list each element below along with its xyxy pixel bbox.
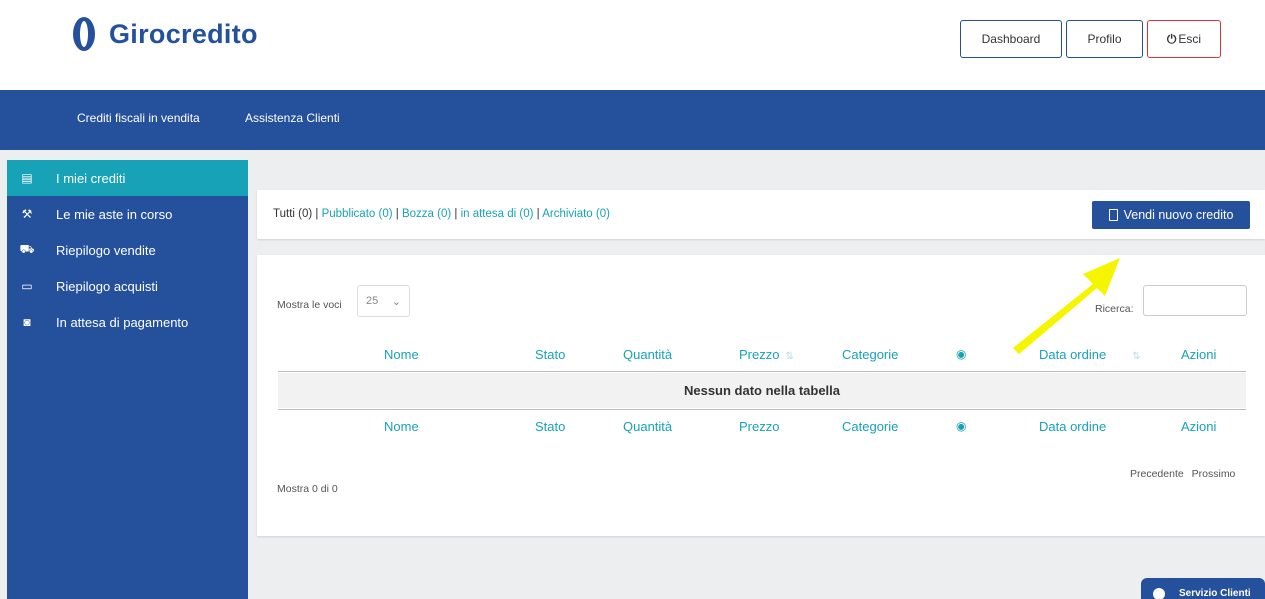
column-footer-categorie: Categorie: [842, 419, 899, 434]
nav-item-assistenza-clienti[interactable]: Assistenza Clienti: [245, 111, 340, 125]
document-icon: [1108, 209, 1118, 221]
column-footer-nome: Nome: [384, 419, 419, 434]
sidebar-item-aste-in-corso[interactable]: ⚒ Le mie aste in corso: [7, 196, 248, 232]
credit-card-icon: ▭: [21, 279, 33, 293]
sell-new-credit-button[interactable]: Vendi nuovo credito: [1092, 201, 1250, 229]
column-footer-data-ordine: Data ordine: [1039, 419, 1107, 434]
column-header-azioni[interactable]: Azioni: [1181, 347, 1216, 362]
sidebar-item-label: I miei crediti: [56, 170, 126, 186]
column-header-categorie[interactable]: Categorie: [842, 347, 898, 362]
column-header-quantita[interactable]: Quantità: [623, 347, 672, 362]
page-length-select[interactable]: 25 ⌄: [357, 285, 410, 317]
column-header-prezzo[interactable]: Prezzo ⇅: [739, 347, 794, 362]
logo-mark-icon: [73, 17, 95, 51]
pagination-previous[interactable]: Precedente: [1130, 468, 1184, 480]
profile-button-label: Profilo: [1087, 32, 1122, 46]
sort-icon: ⇅: [785, 351, 794, 362]
sidebar-item-riepilogo-vendite[interactable]: ⛟ Riepilogo vendite: [7, 232, 248, 268]
highlight-arrow-icon: [1013, 258, 1120, 354]
filter-all[interactable]: Tutti (0): [273, 208, 312, 220]
page-length-label: Mostra le voci: [277, 299, 342, 311]
chat-label: Servizio Clienti: [1179, 588, 1251, 599]
eye-icon[interactable]: ◉: [956, 347, 966, 361]
search-input[interactable]: [1143, 285, 1247, 316]
pagination: Precedente Prossimo: [1125, 468, 1235, 480]
sidebar-item-riepilogo-acquisti[interactable]: ▭ Riepilogo acquisti: [7, 268, 248, 304]
cart-icon: ⛟: [19, 242, 35, 256]
logo[interactable]: Girocredito: [73, 17, 258, 51]
logo-text: Girocredito: [109, 18, 258, 49]
dashboard-button[interactable]: Dashboard: [960, 20, 1062, 58]
profile-button[interactable]: Profilo: [1066, 20, 1143, 58]
eye-icon: ◉: [956, 419, 967, 433]
column-footer-prezzo: Prezzo: [739, 419, 780, 434]
sell-new-credit-label: Vendi nuovo credito: [1123, 208, 1234, 222]
column-header-nome[interactable]: Nome: [384, 347, 419, 362]
sidebar-item-i-miei-crediti[interactable]: ▤ I miei crediti: [7, 160, 248, 196]
money-icon: ◙: [23, 315, 31, 329]
nav-item-crediti-in-vendita[interactable]: Crediti fiscali in vendita: [77, 111, 200, 125]
column-footer-azioni: Azioni: [1181, 419, 1217, 434]
chevron-down-icon: ⌄: [391, 295, 401, 308]
gavel-icon: ⚒: [21, 207, 33, 221]
page-length-value: 25: [366, 295, 379, 307]
column-header-stato[interactable]: Stato: [535, 347, 565, 362]
sidebar: ▤ I miei crediti ⚒ Le mie aste in corso …: [7, 160, 248, 599]
column-footer-quantita: Quantità: [623, 419, 673, 434]
status-filters: Tutti (0) | Pubblicato (0) | Bozza (0) |…: [273, 208, 610, 220]
sidebar-item-label: Riepilogo acquisti: [56, 278, 158, 294]
filter-in-attesa[interactable]: in attesa di (0): [461, 208, 534, 220]
status-filter-panel: Tutti (0) | Pubblicato (0) | Bozza (0) |…: [257, 190, 1265, 239]
column-footer-stato: Stato: [535, 419, 566, 434]
logout-button-label: Esci: [1178, 32, 1202, 46]
top-header: Girocredito Dashboard Profilo ⏻ Esci: [0, 0, 1265, 90]
chat-bubble-icon: [1153, 588, 1165, 599]
table-footer: Nome Stato Quantità Prezzo Categorie ◉ D…: [278, 409, 1246, 443]
empty-table-message: Nessun dato nella tabella: [278, 373, 1246, 408]
sidebar-item-label: In attesa di pagamento: [56, 314, 189, 330]
logout-button[interactable]: ⏻ Esci: [1147, 20, 1221, 58]
filter-bozza[interactable]: Bozza (0): [402, 208, 451, 220]
filter-pubblicato[interactable]: Pubblicato (0): [322, 208, 393, 220]
filter-archiviato[interactable]: Archiviato (0): [542, 208, 610, 220]
sidebar-item-label: Le mie aste in corso: [56, 206, 173, 222]
table-info: Mostra 0 di 0: [277, 483, 338, 495]
customer-service-chat-button[interactable]: Servizio Clienti: [1141, 578, 1265, 599]
document-icon: ▤: [21, 171, 33, 185]
sidebar-item-in-attesa-pagamento[interactable]: ◙ In attesa di pagamento: [7, 304, 248, 340]
power-icon: ⏻: [1166, 31, 1177, 46]
sidebar-item-label: Riepilogo vendite: [56, 242, 156, 258]
main-nav: Crediti fiscali in vendita Assistenza Cl…: [0, 90, 1265, 150]
pagination-next[interactable]: Prossimo: [1192, 468, 1236, 480]
dashboard-button-label: Dashboard: [981, 32, 1041, 46]
